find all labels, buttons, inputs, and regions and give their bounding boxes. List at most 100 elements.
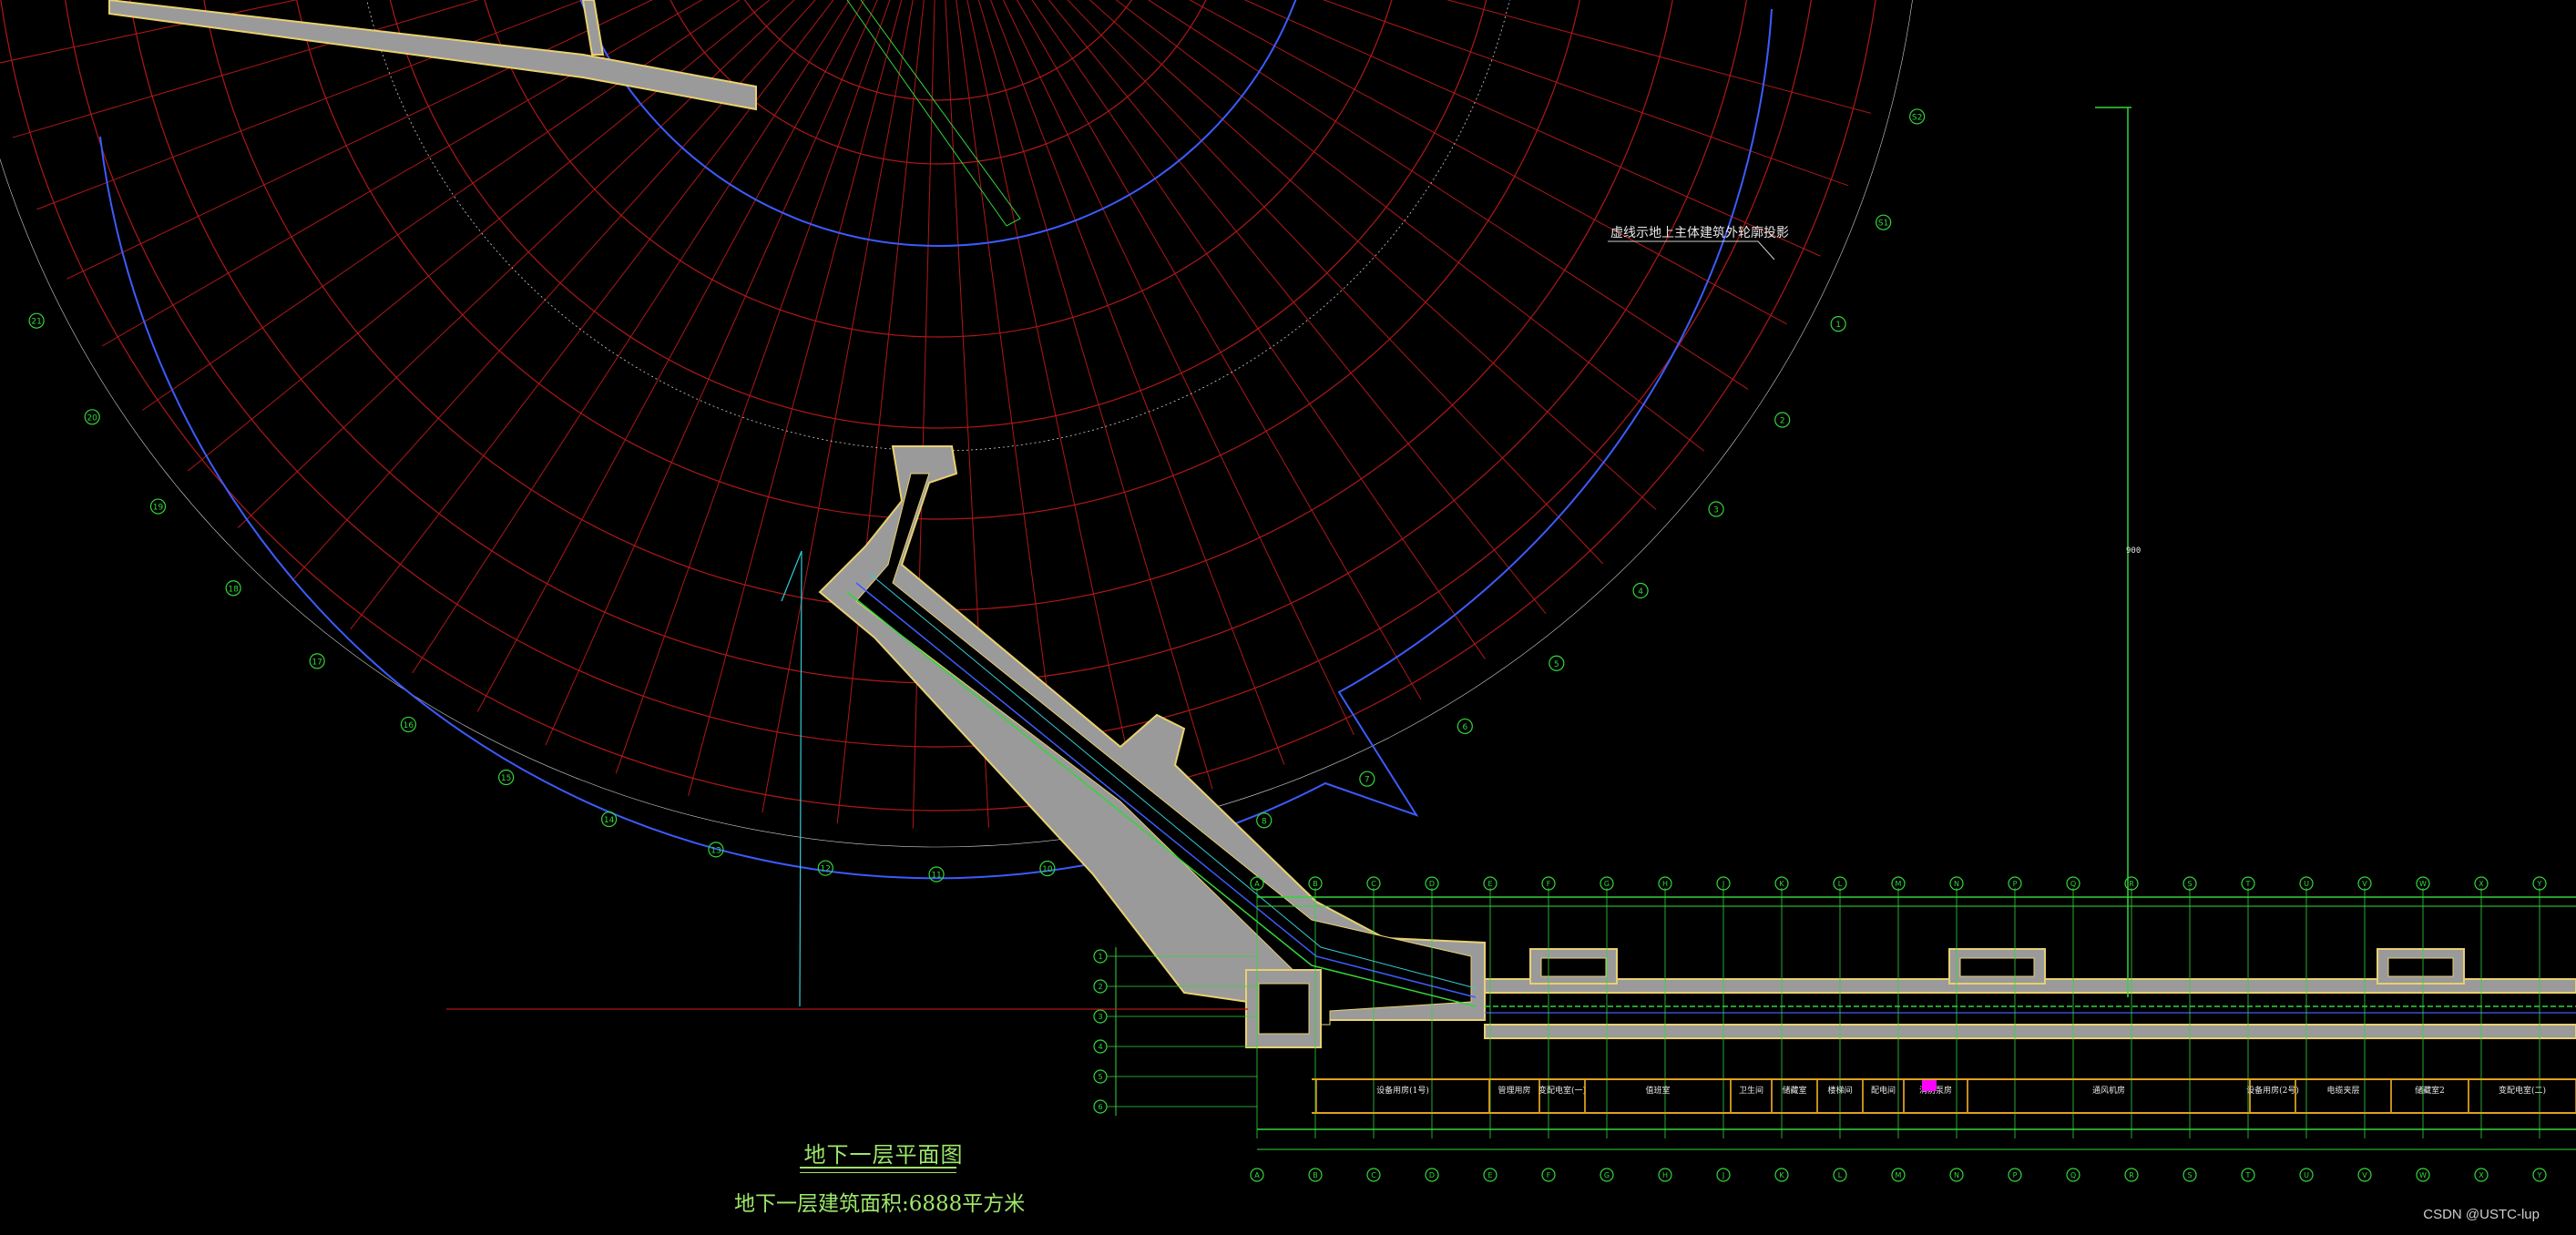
linear-axis-label-top: S — [2187, 880, 2192, 888]
watermark: CSDN @USTC-lup — [2423, 1207, 2540, 1222]
radial-gridline — [615, 0, 891, 774]
linear-axis-label-bottom: C — [1371, 1171, 1376, 1179]
radial-gridline — [1089, 0, 1657, 510]
radial-gridline — [1148, 0, 1749, 390]
cad-drawing-canvas[interactable]: 212019181716151413121110987654321S1S2 AA… — [0, 0, 2576, 1235]
outer-blue-outline — [99, 8, 1773, 880]
linear-axis-label-top: Y — [2537, 880, 2542, 888]
room-outline — [1538, 1078, 1586, 1114]
linear-axis-label-top: R — [2129, 880, 2134, 888]
linear-axis-label-bottom: E — [1487, 1171, 1492, 1179]
row-axis-label: 5 — [1098, 1073, 1102, 1081]
axis-bubble-label: 12 — [821, 865, 831, 874]
linear-axis-label-bottom: D — [1429, 1171, 1435, 1179]
room-label: 值班室 — [1645, 1085, 1670, 1096]
axis-bubble-label: 5 — [1554, 660, 1559, 669]
axis-bubble-label: 13 — [710, 846, 721, 855]
axis-bubble-label: 8 — [1262, 817, 1267, 826]
title-underline — [800, 1167, 956, 1169]
room-label: 变配电室(二) — [2499, 1085, 2546, 1096]
room-outline — [1862, 1078, 1905, 1114]
axis-bubble-label: 19 — [153, 504, 164, 513]
radial-gridline — [990, 0, 1285, 765]
linear-axis-label-bottom: F — [1547, 1171, 1551, 1179]
linear-axis-label-bottom: G — [1604, 1171, 1610, 1179]
axis-bubble-label: 15 — [501, 774, 511, 783]
linear-axis-label-top: L — [1838, 880, 1843, 888]
annotation-leader — [1608, 240, 1775, 260]
linear-axis-label-top: P — [2013, 880, 2018, 888]
diagonal-corridor — [108, 0, 1486, 1039]
linear-axis-label-top: C — [1371, 880, 1376, 888]
room-outline — [2295, 1078, 2392, 1114]
linear-axis-label-bottom: W — [2419, 1171, 2427, 1179]
linear-axis-label-top: M — [1896, 880, 1902, 888]
room-label: 通风机房 — [2092, 1085, 2125, 1096]
linear-axis-label-top: X — [2479, 880, 2484, 888]
radial-gridline — [912, 0, 935, 829]
room-label: 楼梯间 — [1827, 1085, 1852, 1096]
radial-gridline — [12, 0, 479, 138]
linear-axis-label-bottom: A — [1254, 1171, 1260, 1179]
axis-bubble-label: 6 — [1462, 723, 1467, 732]
axis-bubble-label: 14 — [604, 816, 615, 825]
linear-axis-label-top: F — [1547, 880, 1551, 888]
linear-axis-label-top: J — [1722, 880, 1724, 888]
room-label: 管理用房 — [1498, 1085, 1530, 1096]
radial-gridline — [836, 0, 925, 824]
linear-axis-label-top: V — [2362, 880, 2367, 888]
axis-bubble-label: 10 — [1042, 865, 1053, 874]
cyan-leader — [781, 550, 802, 1007]
radial-gridline — [1243, 0, 1821, 257]
linear-axis-label-top: T — [2245, 880, 2251, 888]
linear-axis-label-top: A — [1254, 880, 1260, 888]
annotation-text: 虚线示地上主体建筑外轮廓投影 — [1610, 226, 1789, 240]
linear-axis-label-top: N — [1954, 880, 1959, 888]
magenta-marker — [1922, 1080, 1937, 1091]
radial-gridline — [1323, 0, 1849, 187]
end-block-interior — [1258, 983, 1310, 1035]
stair-well-interior — [2387, 957, 2454, 977]
linear-axis-label-top: U — [2304, 880, 2309, 888]
axis-bubble-label: 7 — [1365, 776, 1370, 785]
linear-axis-label-bottom: N — [1954, 1171, 1959, 1179]
radial-gridline — [1189, 0, 1787, 325]
room-outline — [1488, 1078, 1540, 1114]
upper-wall — [108, 0, 757, 111]
linear-axis-label-bottom: K — [1779, 1171, 1784, 1179]
radial-gridline — [36, 0, 584, 210]
axis-bubble-label: 2 — [1780, 417, 1785, 426]
axis-bubble-label: 1 — [1835, 321, 1841, 330]
radial-gridline — [1017, 0, 1422, 700]
linear-axis-label-bottom: M — [1896, 1171, 1902, 1179]
axis-bubble-label: 21 — [31, 318, 41, 327]
linear-axis-label-bottom: T — [2245, 1171, 2251, 1179]
room-label: 设备用房(2号) — [2246, 1085, 2299, 1096]
ring-gridline — [484, 0, 1393, 338]
room-outline — [1315, 1078, 1490, 1114]
drawing-title: 地下一层平面图 — [803, 1142, 964, 1168]
linear-axis-label-top: W — [2419, 880, 2427, 888]
room-label: 储藏室2 — [2415, 1085, 2445, 1096]
linear-axis-label-top: E — [1487, 880, 1492, 888]
stair-well-interior — [1959, 957, 2035, 977]
linear-axis-label-top: G — [1604, 880, 1610, 888]
axis-bubble-label: 4 — [1638, 587, 1643, 597]
axis-bubble-label: 20 — [87, 413, 97, 423]
upper-wall-stub — [581, 0, 605, 56]
stair-well-interior — [1540, 957, 1607, 977]
radial-gridline — [688, 0, 903, 797]
room-outline — [1967, 1078, 2251, 1114]
linear-axis-label-bottom: Q — [2070, 1171, 2076, 1179]
room-outline — [1730, 1078, 1773, 1114]
radial-gridline — [187, 0, 771, 472]
radial-gridline — [1002, 0, 1354, 735]
row-axis-label: 1 — [1098, 953, 1102, 961]
room-outline — [2468, 1078, 2576, 1114]
linear-axis-label-bottom: P — [2013, 1171, 2018, 1179]
row-axis-label: 6 — [1098, 1103, 1102, 1111]
room-label: 电缆夹层 — [2326, 1085, 2359, 1096]
radial-gridline — [1048, 0, 1547, 615]
linear-axis-label-top: B — [1313, 880, 1318, 888]
room-outline — [1771, 1078, 1818, 1114]
